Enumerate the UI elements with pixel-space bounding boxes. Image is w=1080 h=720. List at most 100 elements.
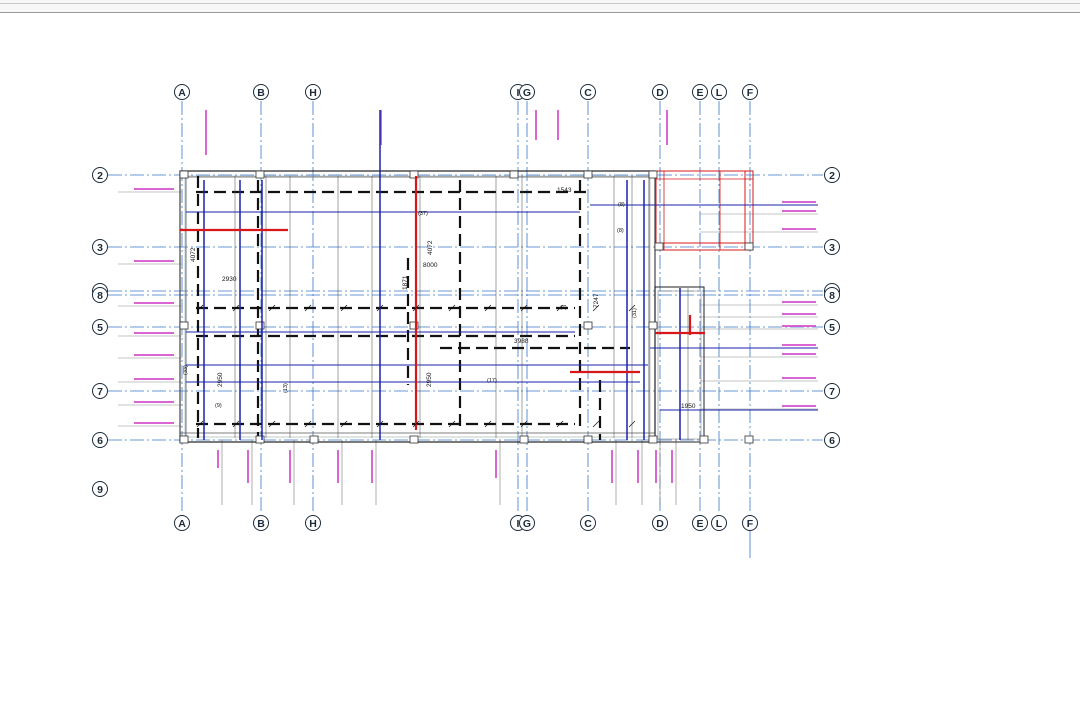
column-pad: [583, 170, 593, 179]
magenta-tag-vertical: [671, 450, 673, 483]
grid-bubble-top-a: A: [178, 87, 186, 99]
grid-bubble-top-g: G: [523, 87, 531, 99]
magenta-tag-vertical: [217, 450, 219, 468]
grid-bubble-right-8: 8: [829, 290, 835, 302]
grid-bubble-right-3: 3: [829, 242, 835, 254]
grid-bubble-top-f: F: [747, 87, 754, 99]
dimension-label: 2930: [222, 276, 237, 283]
grid-bubble-left-6: 6: [97, 435, 103, 447]
column-pad: [255, 170, 265, 179]
bar-mark-label: (13): [283, 383, 289, 393]
grid-bubble-top-c: C: [584, 87, 592, 99]
dimension-label: 1950: [681, 403, 696, 410]
grid-bubble-bottom-l: L: [716, 518, 723, 530]
magenta-tag: [134, 378, 174, 380]
dimension-label: 1543: [557, 187, 572, 194]
bar-mark-label: (7): [560, 305, 567, 311]
grid-bubble-right-5: 5: [829, 322, 835, 334]
magenta-tag-vertical: [535, 110, 537, 140]
column-pad: [583, 321, 593, 330]
magenta-tag: [782, 228, 816, 230]
grid-bubble-bottom-h: H: [309, 518, 317, 530]
grid-bubble-top-l: L: [716, 87, 723, 99]
magenta-tag: [782, 301, 816, 303]
grid-bubble-top-b: B: [257, 87, 265, 99]
dimension-label: 2950: [426, 372, 433, 387]
dimension-label: 7247: [593, 293, 600, 308]
column-pad: [255, 321, 265, 330]
dimension-label: 2950: [217, 372, 224, 387]
grid-bubble-right-6: 6: [829, 435, 835, 447]
column-pad: [179, 435, 189, 444]
bar-mark-label: (9): [215, 403, 222, 409]
column-pad: [744, 242, 754, 251]
column-pad: [179, 321, 189, 330]
grid-bubble-left-8: 8: [97, 290, 103, 302]
magenta-tag-vertical: [247, 450, 249, 483]
grid-bubble-left-3: 3: [97, 242, 103, 254]
grid-bubble-bottom-f: F: [747, 518, 754, 530]
magenta-tag: [782, 405, 816, 407]
grid-bubble-left-2: 2: [97, 170, 103, 182]
magenta-tag: [134, 354, 174, 356]
floor-plan-drawing: 40722930407280001871154339882950 29507247…: [92, 84, 840, 558]
grid-bubble-left-9: 9: [97, 484, 103, 496]
grid-bubble-bottom-g: G: [523, 518, 531, 530]
column-pad: [309, 435, 319, 444]
magenta-tag: [782, 353, 816, 355]
dimension-label: 8000: [423, 262, 438, 269]
grid-bubble-right-2: 2: [829, 170, 835, 182]
grid-bubble-right-7: 7: [829, 386, 835, 398]
magenta-tag: [782, 325, 816, 327]
bar-mark-label: (8): [617, 228, 624, 234]
grid-bubble-top-e: E: [696, 87, 703, 99]
grid-bubble-bottom-a: A: [178, 518, 186, 530]
grid-bubble-left-7: 7: [97, 386, 103, 398]
dimension-label: 3988: [514, 338, 529, 345]
magenta-tag-vertical: [205, 110, 207, 155]
column-pad: [509, 170, 519, 179]
magenta-tag: [134, 422, 174, 424]
grid-bubble-top-d: D: [656, 87, 664, 99]
dimension-label: 1871: [402, 275, 409, 290]
column-pad: [648, 170, 658, 179]
dimension-label: 4072: [427, 240, 434, 255]
magenta-tag-vertical: [611, 450, 613, 483]
magenta-tag: [134, 260, 174, 262]
column-pad: [409, 435, 419, 444]
magenta-tag-vertical: [666, 110, 668, 145]
grid-bubble-left-5: 5: [97, 322, 103, 334]
column-pad: [255, 435, 265, 444]
magenta-tag-vertical: [337, 450, 339, 483]
column-pad: [648, 321, 658, 330]
column-pad: [648, 435, 658, 444]
bar-mark-label: (8): [618, 202, 625, 208]
grid-bubble-bottom-e: E: [696, 518, 703, 530]
magenta-tag-vertical: [655, 450, 657, 483]
magenta-tag: [782, 201, 816, 203]
magenta-tag: [134, 188, 174, 190]
grid-bubble-bottom-c: C: [584, 518, 592, 530]
magenta-tag: [782, 344, 816, 346]
column-pad: [179, 170, 189, 179]
red-outline-box: [655, 170, 754, 251]
bar-mark-label: (33): [183, 365, 189, 375]
magenta-tag: [782, 377, 816, 379]
column-pad: [699, 435, 709, 444]
magenta-tag-vertical: [289, 450, 291, 483]
bar-mark-label: (17): [487, 378, 497, 384]
dimension-tick: [592, 420, 600, 428]
column-pad: [654, 242, 664, 251]
bar-mark-label: (37): [418, 211, 428, 217]
dimension-label: 4072: [190, 247, 197, 262]
magenta-tag-vertical: [371, 450, 373, 483]
magenta-tag-vertical: [637, 450, 639, 483]
magenta-tag: [134, 401, 174, 403]
magenta-tag: [782, 313, 816, 315]
grid-bubble-bottom-d: D: [656, 518, 664, 530]
magenta-tag: [134, 302, 174, 304]
magenta-tag-vertical: [557, 110, 559, 140]
bar-mark-label: (31): [632, 308, 638, 318]
column-pad: [519, 435, 529, 444]
magenta-tag-vertical: [495, 450, 497, 478]
